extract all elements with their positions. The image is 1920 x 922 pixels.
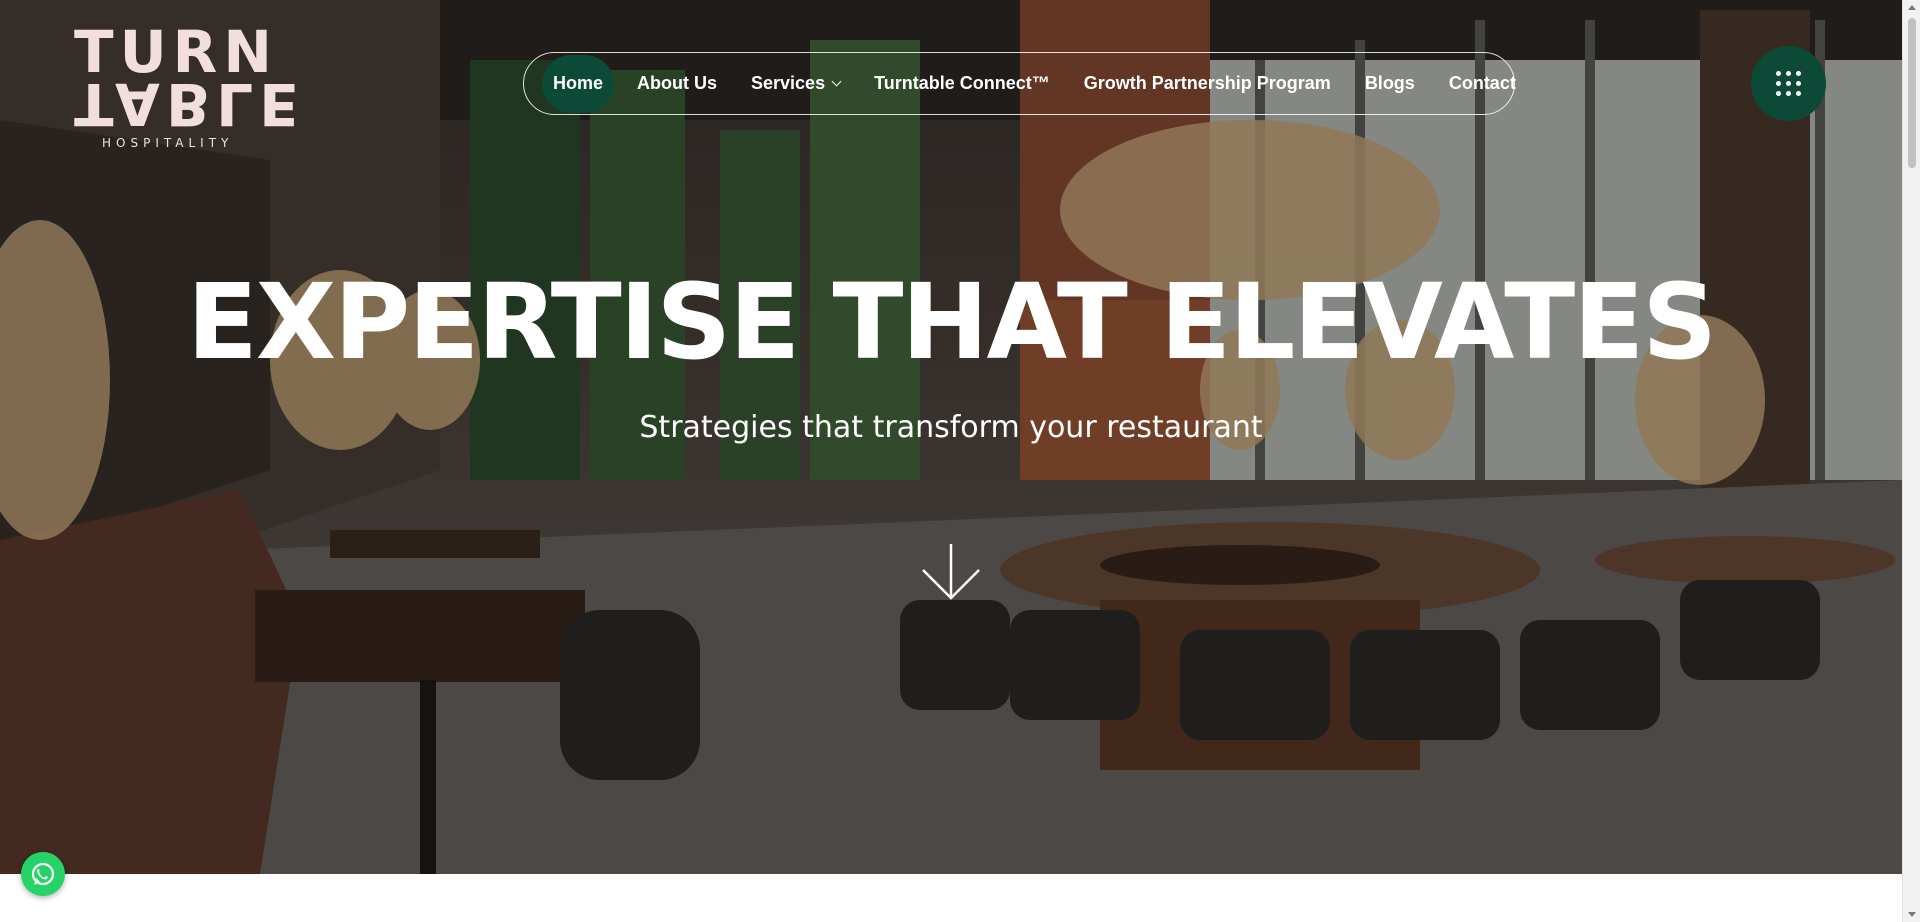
nav-growth-partnership-label: Growth Partnership Program [1083, 73, 1331, 93]
turntable-logo[interactable]: TURN TABLE HOSPITALITY [74, 23, 305, 150]
logo-tagline: HOSPITALITY [102, 136, 234, 150]
whatsapp-chat-button[interactable] [21, 852, 65, 896]
nav-about-us-label: About Us [637, 73, 718, 93]
nav-services[interactable]: Services [734, 55, 857, 113]
grid-dots-icon [1776, 71, 1801, 96]
nav-home-label: Home [553, 73, 604, 93]
nav-growth-partnership-program[interactable]: Growth Partnership Program [1067, 55, 1348, 113]
nav-turntable-connect-label: Turntable Connect™ [874, 73, 1050, 93]
nav-contact[interactable]: Contact [1432, 55, 1533, 113]
nav-blogs[interactable]: Blogs [1348, 55, 1432, 113]
nav-turntable-connect[interactable]: Turntable Connect™ [857, 55, 1067, 113]
chevron-down-icon [831, 76, 842, 87]
scroll-down-arrow-icon[interactable] [1908, 912, 1916, 917]
hero-title: EXPERTISE THAT ELEVATES [186, 261, 1717, 383]
menu-toggle-button[interactable] [1751, 46, 1826, 121]
whatsapp-icon [31, 862, 55, 886]
scrollbar-thumb[interactable] [1908, 18, 1916, 168]
nav-home[interactable]: Home [542, 54, 615, 113]
arrow-down-icon[interactable] [919, 542, 983, 602]
nav-services-label: Services [751, 73, 826, 93]
page-viewport: TURN TABLE HOSPITALITY Home About Us Ser… [0, 0, 1902, 922]
nav-blogs-label: Blogs [1364, 73, 1415, 93]
main-navigation: Home About Us Services Turntable Connect… [523, 52, 1516, 115]
hero-subtitle: Strategies that transform your restauran… [639, 410, 1263, 445]
nav-about-us[interactable]: About Us [620, 55, 734, 113]
nav-contact-label: Contact [1448, 73, 1516, 93]
scroll-up-arrow-icon[interactable] [1908, 5, 1916, 10]
page-scrollbar[interactable] [1902, 0, 1920, 922]
logo-word-table: TABLE [74, 70, 305, 138]
